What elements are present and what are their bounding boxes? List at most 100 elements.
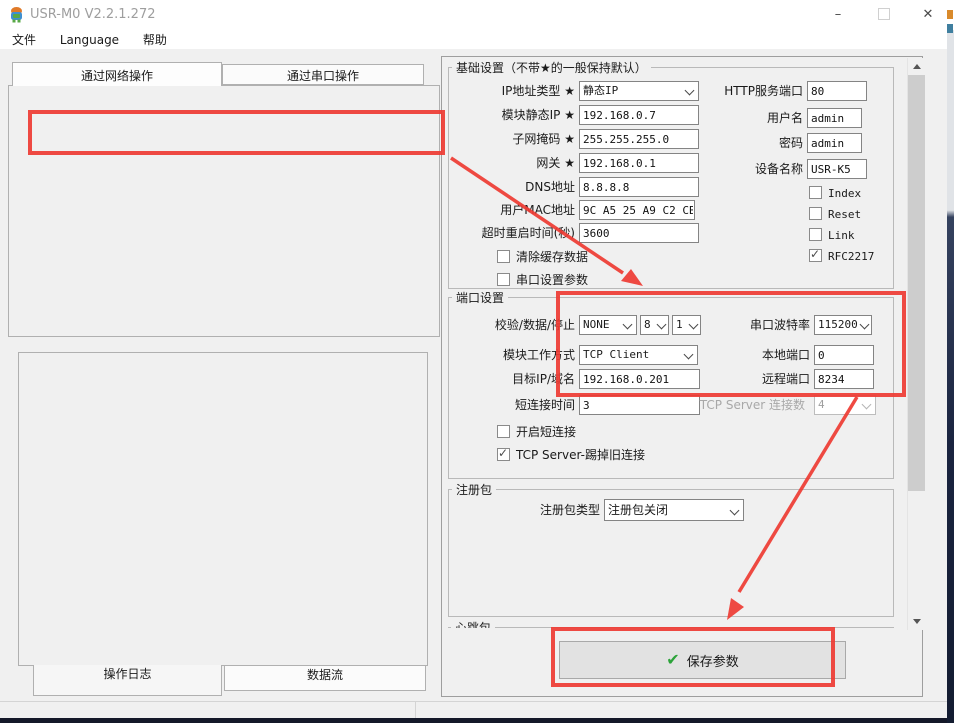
- rfc2217-checkbox-box: [809, 249, 822, 262]
- heartbeat-packet-group: [448, 627, 894, 628]
- arrow-up-icon: [913, 64, 921, 69]
- netmask-label: 子网掩码 ★: [449, 129, 575, 149]
- minimize-button[interactable]: –: [823, 0, 853, 28]
- short-connection-label: 开启短连接: [516, 425, 576, 439]
- network-tab-page: [8, 85, 440, 337]
- tcp-server-conn-count-label: TCP Server 连接数: [654, 395, 805, 415]
- checkbox-enable-short-connection[interactable]: 开启短连接: [497, 425, 576, 440]
- device-name-label: 设备名称: [659, 159, 803, 179]
- status-bar: [0, 701, 948, 718]
- menu-item-language[interactable]: Language: [50, 30, 129, 51]
- timeout-restart-label: 超时重启时间(秒): [449, 223, 575, 243]
- checkbox-rfc2217[interactable]: RFC2217: [809, 249, 874, 264]
- save-params-button[interactable]: ✔ 保存参数: [559, 641, 846, 679]
- chevron-down-icon: [730, 506, 740, 516]
- index-label: Index: [828, 187, 861, 200]
- short-connection-checkbox-box: [497, 425, 510, 438]
- settings-panel: 基础设置（不带★的一般保持默认） IP地址类型 ★ 静态IP 模块静态IP ★ …: [441, 56, 923, 697]
- chevron-down-icon: [862, 400, 872, 410]
- tab-serial-operation[interactable]: 通过串口操作: [222, 64, 424, 85]
- desktop-icon: [947, 24, 953, 33]
- baud-rate-select[interactable]: 115200: [814, 315, 872, 335]
- status-bar-divider: [415, 702, 416, 718]
- clear-cache-checkbox-box: [497, 250, 510, 263]
- port-settings-title: 端口设置: [452, 289, 508, 306]
- scrollbar-track[interactable]: [907, 58, 924, 630]
- checkbox-clear-cache[interactable]: 清除缓存数据: [497, 250, 588, 265]
- serial-setup-label: 串口设置参数: [516, 273, 588, 287]
- parity-data-stop-label: 校验/数据/停止: [449, 315, 575, 335]
- link-checkbox-box: [809, 228, 822, 241]
- dns-input[interactable]: [579, 177, 699, 197]
- menu-item-file[interactable]: 文件: [2, 28, 46, 49]
- tab-network-operation[interactable]: 通过网络操作: [12, 62, 222, 86]
- scrollbar-thumb[interactable]: [908, 75, 925, 491]
- reset-checkbox-box: [809, 207, 822, 220]
- settings-scroll-viewport: 基础设置（不带★的一般保持默认） IP地址类型 ★ 静态IP 模块静态IP ★ …: [443, 58, 905, 628]
- gateway-label: 网关 ★: [449, 153, 575, 173]
- heartbeat-packet-title: 心跳包: [451, 619, 495, 628]
- checkbox-index[interactable]: Index: [809, 186, 861, 201]
- tab-data-stream[interactable]: 数据流: [224, 665, 426, 691]
- reset-label: Reset: [828, 208, 861, 221]
- device-name-input[interactable]: [807, 159, 867, 179]
- work-mode-label: 模块工作方式: [449, 345, 575, 365]
- scrollbar-down-button[interactable]: [908, 613, 925, 630]
- tab-operation-log[interactable]: 操作日志: [33, 665, 222, 696]
- tab-serial-operation-label: 通过串口操作: [287, 65, 359, 84]
- target-ip-label: 目标IP/域名: [449, 369, 575, 389]
- chevron-down-icon: [860, 320, 870, 330]
- menu-item-help[interactable]: 帮助: [133, 28, 177, 49]
- local-port-input[interactable]: [814, 345, 874, 365]
- scrollbar-up-button[interactable]: [908, 58, 925, 75]
- dns-label: DNS地址: [449, 177, 575, 197]
- http-port-input[interactable]: [807, 81, 867, 101]
- save-params-label: 保存参数: [687, 651, 739, 670]
- http-port-label: HTTP服务端口: [659, 81, 803, 101]
- register-packet-group: 注册包 注册包类型 注册包关闭: [448, 489, 894, 617]
- tcp-server-conn-count-select: 4: [814, 395, 876, 415]
- index-checkbox-box: [809, 186, 822, 199]
- kick-old-checkbox-box: [497, 448, 510, 461]
- taskbar-strip: [0, 718, 954, 723]
- checkbox-link[interactable]: Link: [809, 228, 855, 243]
- password-label: 密码: [659, 133, 803, 153]
- short-connection-time-label: 短连接时间: [449, 395, 575, 415]
- port-settings-group: 端口设置 校验/数据/停止 NONE 8 1 串口波特率 115200 模块工作…: [448, 297, 894, 479]
- checkbox-reset[interactable]: Reset: [809, 207, 861, 222]
- close-button[interactable]: ✕: [913, 0, 943, 28]
- menu-bar: 文件 Language 帮助: [0, 28, 954, 49]
- tab-operation-log-label: 操作日志: [103, 661, 151, 681]
- green-check-icon: ✔: [666, 653, 679, 667]
- register-packet-type-select[interactable]: 注册包关闭: [604, 499, 744, 521]
- parity-select[interactable]: NONE: [579, 315, 637, 335]
- window-title: USR-M0 V2.2.1.272: [30, 7, 156, 22]
- maximize-button[interactable]: [869, 0, 899, 28]
- chevron-down-icon: [623, 320, 633, 330]
- basic-settings-title: 基础设置（不带★的一般保持默认）: [452, 59, 651, 76]
- tab-data-stream-label: 数据流: [307, 664, 343, 682]
- kick-old-label: TCP Server-踢掉旧连接: [516, 448, 645, 462]
- static-ip-label: 模块静态IP ★: [449, 105, 575, 125]
- checkbox-serial-setup-params[interactable]: 串口设置参数: [497, 273, 588, 288]
- local-port-label: 本地端口: [654, 345, 810, 365]
- username-label: 用户名: [659, 108, 803, 128]
- app-icon: [8, 6, 25, 23]
- arrow-down-icon: [913, 619, 921, 624]
- timeout-restart-input[interactable]: [579, 223, 699, 243]
- register-packet-title: 注册包: [452, 481, 496, 498]
- serial-setup-checkbox-box: [497, 273, 510, 286]
- checkbox-kick-old-connection[interactable]: TCP Server-踢掉旧连接: [497, 448, 645, 463]
- username-input[interactable]: [807, 108, 862, 128]
- rfc2217-label: RFC2217: [828, 250, 874, 263]
- title-bar: USR-M0 V2.2.1.272 – ✕: [0, 0, 954, 28]
- desktop-icon: [947, 10, 953, 19]
- remote-port-input[interactable]: [814, 369, 874, 389]
- link-label: Link: [828, 229, 855, 242]
- mac-input[interactable]: [579, 200, 695, 220]
- clear-cache-label: 清除缓存数据: [516, 250, 588, 264]
- baud-rate-label: 串口波特率: [654, 315, 810, 335]
- log-tab-page: [18, 352, 428, 666]
- register-packet-type-label: 注册包类型: [479, 500, 600, 520]
- password-input[interactable]: [807, 133, 862, 153]
